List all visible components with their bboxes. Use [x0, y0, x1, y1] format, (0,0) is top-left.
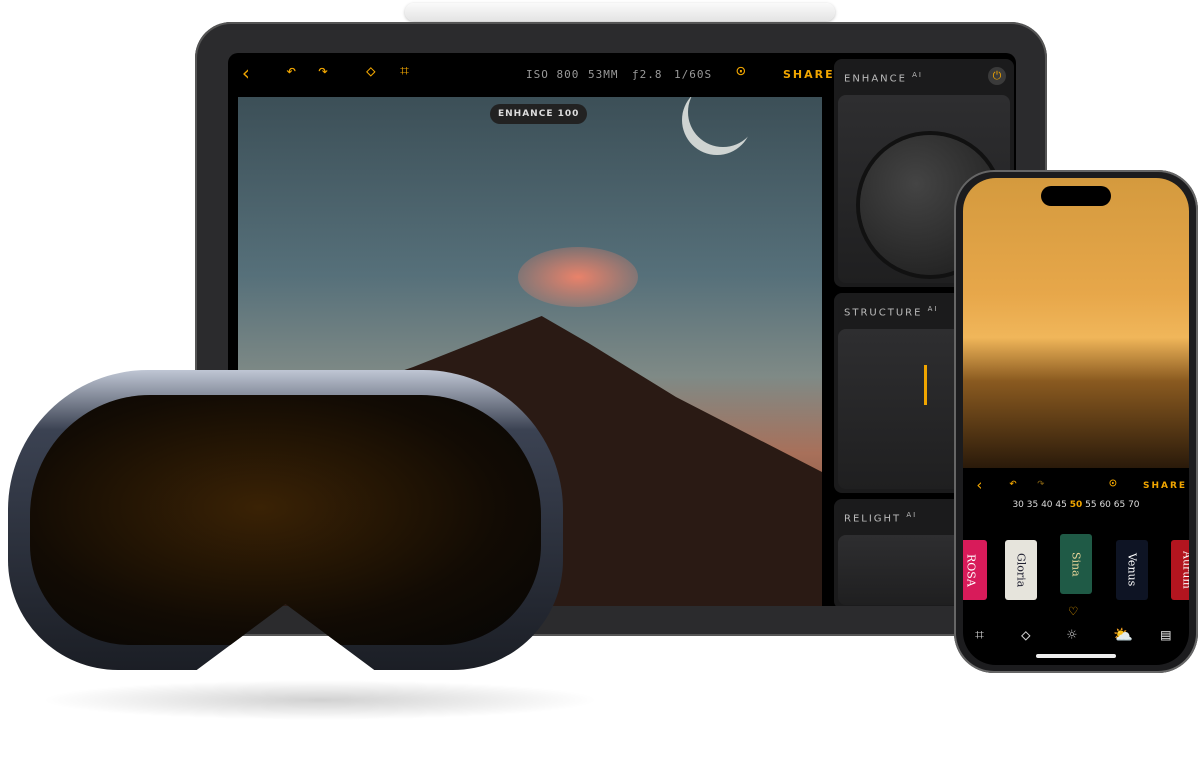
film-roll[interactable]: ROSA	[963, 540, 987, 600]
scale-left: 30 35 40 45	[1012, 500, 1067, 510]
enhance-label: ENHANCE AI	[844, 71, 923, 85]
cloud	[518, 247, 638, 307]
film-roll-selected[interactable]: Sina	[1060, 534, 1092, 594]
light-icon[interactable]: ☼	[1067, 625, 1077, 644]
structure-indicator	[924, 365, 927, 405]
moon	[688, 97, 758, 147]
back-icon[interactable]: ‹	[240, 61, 252, 85]
dynamic-island	[1041, 186, 1111, 206]
film-roll[interactable]: Gloria	[1005, 540, 1037, 600]
share-button[interactable]: SHARE	[783, 68, 835, 81]
structure-label: STRUCTURE AI	[844, 305, 939, 319]
relight-label: RELIGHT AI	[844, 511, 918, 525]
power-icon[interactable]: ⏻	[988, 67, 1006, 85]
apple-pencil	[405, 3, 835, 21]
enhance-badge: ENHANCE 100	[490, 104, 588, 124]
home-indicator	[1036, 654, 1116, 658]
crop-icon[interactable]: ⌗	[975, 625, 984, 645]
more-icon[interactable]: ⊙	[736, 61, 746, 80]
undo-icon[interactable]: ↶	[286, 61, 296, 81]
weather-icon[interactable]: ⛅	[1113, 625, 1133, 644]
scale-right: 55 60 65 70	[1085, 500, 1140, 510]
focal-scale[interactable]: 30 35 40 45 50 55 60 65 70	[963, 500, 1189, 510]
heart-icon[interactable]: ♡	[1069, 604, 1077, 620]
aperture: ƒ2.8	[632, 68, 663, 81]
shutter-speed: 1/60S	[674, 68, 713, 81]
film-roll[interactable]: Aurum	[1171, 540, 1189, 600]
eraser-icon[interactable]: ◇	[1021, 625, 1031, 644]
crop-icon[interactable]: ⌗	[400, 61, 409, 81]
film-roll[interactable]: Venus	[1116, 540, 1148, 600]
film-icon[interactable]: ▤	[1161, 625, 1171, 644]
redo-icon[interactable]: ↷	[318, 61, 328, 81]
iso-value: ISO 800	[526, 68, 580, 81]
phone-share-button[interactable]: SHARE	[1143, 481, 1187, 491]
eraser-icon[interactable]: ◇	[366, 61, 376, 80]
focal-length: 53MM	[588, 68, 619, 81]
phone-redo-icon[interactable]: ↷	[1037, 476, 1045, 491]
phone-back-icon[interactable]: ‹	[975, 476, 984, 494]
scale-selected: 50	[1069, 500, 1083, 510]
phone-more-icon[interactable]: ⊙	[1109, 476, 1117, 491]
phone-photo[interactable]	[963, 178, 1189, 468]
iphone-device: ‹ ↶ ↷ ⊙ SHARE 30 35 40 45 50 55 60 65 70…	[954, 170, 1198, 673]
headset-shadow	[40, 680, 600, 720]
iphone-screen: ‹ ↶ ↷ ⊙ SHARE 30 35 40 45 50 55 60 65 70…	[963, 178, 1189, 665]
phone-undo-icon[interactable]: ↶	[1009, 476, 1017, 491]
